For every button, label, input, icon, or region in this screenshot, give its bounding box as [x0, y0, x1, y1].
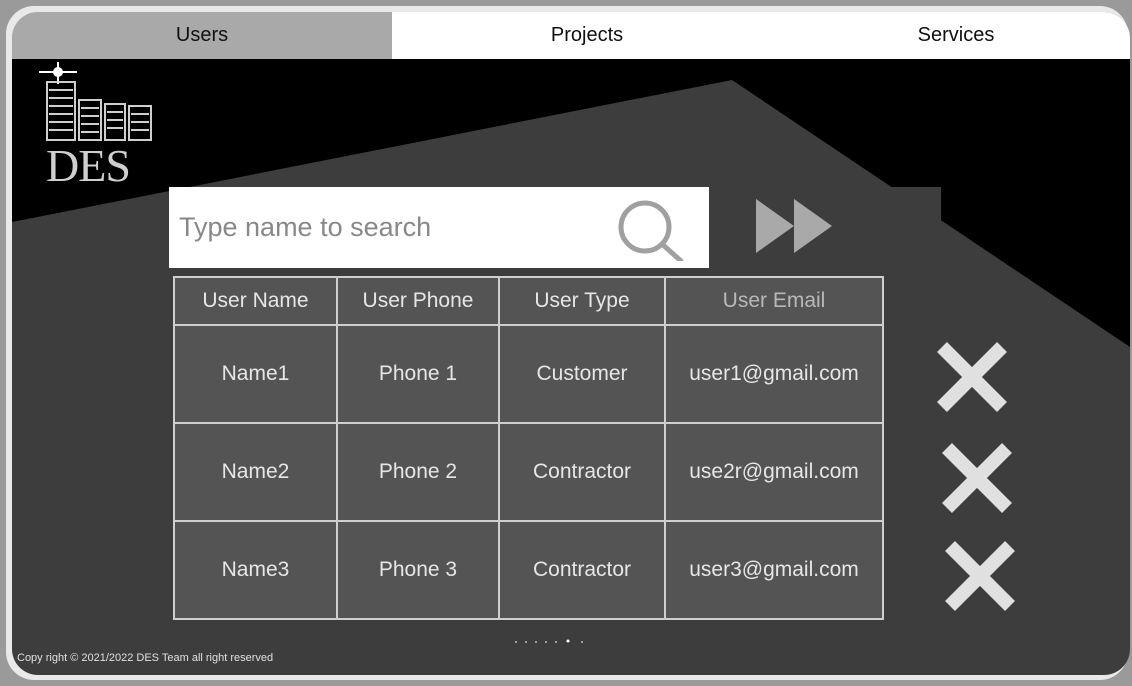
- cell-type: Customer: [498, 324, 666, 424]
- cell-name: Name3: [173, 520, 338, 620]
- close-icon[interactable]: [937, 438, 1017, 518]
- buildings-logo-icon: [39, 62, 152, 141]
- search-input[interactable]: [169, 187, 599, 268]
- header-user-type: User Type: [498, 276, 666, 326]
- table-row[interactable]: Name3 Phone 3 Contractor user3@gmail.com: [173, 520, 884, 620]
- users-table: User Name User Phone User Type User Emai…: [173, 276, 884, 620]
- table-header-row: User Name User Phone User Type User Emai…: [173, 276, 884, 326]
- cell-type: Contractor: [498, 520, 666, 620]
- header-user-name: User Name: [173, 276, 338, 326]
- cell-phone: Phone 3: [336, 520, 500, 620]
- search-icon[interactable]: [615, 197, 699, 261]
- go-panel: [709, 187, 941, 253]
- table-row[interactable]: Name1 Phone 1 Customer user1@gmail.com: [173, 324, 884, 424]
- header-user-email: User Email: [664, 276, 884, 326]
- tab-projects[interactable]: Projects: [392, 12, 782, 59]
- cell-email: user3@gmail.com: [664, 520, 884, 620]
- app-window: Users Projects Services DES Type name to…: [12, 12, 1130, 675]
- cell-phone: Phone 2: [336, 422, 500, 522]
- search-box: [169, 187, 709, 268]
- footer-copyright: Copy right © 2021/2022 DES Team all righ…: [17, 652, 274, 664]
- table-row[interactable]: Name2 Phone 2 Contractor use2r@gmail.com: [173, 422, 884, 522]
- fast-forward-icon[interactable]: [756, 195, 836, 257]
- cell-email: use2r@gmail.com: [664, 422, 884, 522]
- header-user-phone: User Phone: [336, 276, 500, 326]
- logo-text: DES: [46, 140, 131, 191]
- cell-name: Name1: [173, 324, 338, 424]
- tab-services[interactable]: Services: [782, 12, 1130, 59]
- top-nav: Users Projects Services: [12, 12, 1130, 59]
- des-logo: DES: [39, 62, 159, 191]
- close-icon[interactable]: [940, 536, 1020, 616]
- pagination-dots: [515, 639, 583, 643]
- tab-users[interactable]: Users: [12, 12, 392, 59]
- cell-email: user1@gmail.com: [664, 324, 884, 424]
- cell-type: Contractor: [498, 422, 666, 522]
- cell-phone: Phone 1: [336, 324, 500, 424]
- cell-name: Name2: [173, 422, 338, 522]
- close-icon[interactable]: [932, 337, 1012, 417]
